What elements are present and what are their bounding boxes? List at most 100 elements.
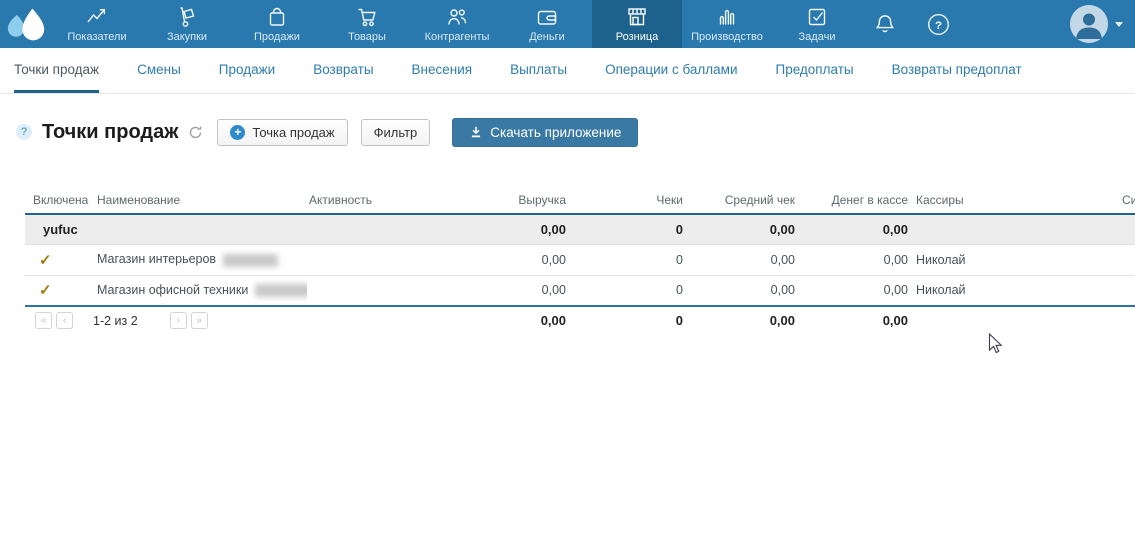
total-avg-check: 0,00 — [685, 306, 797, 334]
nav-item-label: Задачи — [799, 31, 836, 43]
col-header-revenue[interactable]: Выручка — [437, 189, 568, 214]
shopping-bag-icon — [265, 5, 289, 29]
plus-icon: + — [230, 125, 245, 140]
points-of-sale-table: Включена Наименование Активность Выручка… — [0, 189, 1135, 334]
svg-text:?: ? — [935, 19, 942, 31]
nav-item-sales[interactable]: Продажи — [232, 0, 322, 48]
nav-item-indicators[interactable]: Показатели — [52, 0, 142, 48]
nav-item-retail[interactable]: Розница — [592, 0, 682, 48]
tab-points-operations[interactable]: Операции с баллами — [605, 48, 737, 93]
point-name[interactable]: Магазин интерьеров — [95, 244, 307, 275]
col-header-sync-clipped[interactable]: Си — [1120, 189, 1135, 214]
nav-item-label: Закупки — [167, 31, 207, 43]
tab-shifts[interactable]: Смены — [137, 48, 181, 93]
total-checks: 0 — [568, 306, 685, 334]
create-point-of-sale-button[interactable]: + Точка продаж — [217, 119, 347, 146]
filter-button-label: Фильтр — [374, 125, 418, 140]
summary-revenue: 0,00 — [437, 214, 568, 244]
row-cash: 0,00 — [797, 275, 910, 306]
row-avg-check: 0,00 — [685, 275, 797, 306]
nav-item-tasks[interactable]: Задачи — [772, 0, 862, 48]
nav-item-label: Продажи — [254, 31, 300, 43]
refresh-icon[interactable] — [188, 125, 203, 140]
col-header-avg-check[interactable]: Средний чек — [685, 189, 797, 214]
table-header-row: Включена Наименование Активность Выручка… — [25, 189, 1135, 214]
row-avg-check: 0,00 — [685, 244, 797, 275]
summary-avg-check: 0,00 — [685, 214, 797, 244]
pagination: « ‹ 1-2 из 2 › » — [27, 312, 435, 329]
nav-item-label: Контрагенты — [425, 31, 490, 43]
row-cashiers: Николай — [910, 244, 1120, 275]
nav-item-counterparties[interactable]: Контрагенты — [412, 0, 502, 48]
page-title: Точки продаж — [42, 121, 178, 144]
wallet-icon — [535, 5, 559, 29]
organization-name: yufuc — [25, 214, 307, 244]
shopping-cart-icon — [355, 5, 379, 29]
col-header-name[interactable]: Наименование — [95, 189, 307, 214]
redacted-text — [255, 284, 307, 297]
download-icon — [469, 125, 483, 139]
tab-points-of-sale[interactable]: Точки продаж — [14, 48, 99, 93]
bar-chart-icon — [715, 5, 739, 29]
tab-payouts[interactable]: Выплаты — [510, 48, 567, 93]
table-row[interactable]: ✓ Магазин офисной техники 0,00 0 0,00 0,… — [25, 275, 1135, 306]
pager-last-button[interactable]: » — [191, 312, 208, 329]
pager-first-button[interactable]: « — [35, 312, 52, 329]
table-row[interactable]: ✓ Магазин интерьеров 0,00 0 0,00 0,00 Ни… — [25, 244, 1135, 275]
people-icon — [445, 5, 469, 29]
nav-item-label: Деньги — [529, 31, 565, 43]
download-button-label: Скачать приложение — [490, 125, 621, 140]
user-avatar[interactable] — [1070, 5, 1108, 43]
summary-checks: 0 — [568, 214, 685, 244]
tab-prepayment-returns[interactable]: Возвраты предоплат — [892, 48, 1022, 93]
line-chart-icon — [85, 5, 109, 29]
point-name-text: Магазин интерьеров — [97, 252, 216, 266]
col-header-enabled[interactable]: Включена — [25, 189, 95, 214]
row-revenue: 0,00 — [437, 244, 568, 275]
nav-item-purchases[interactable]: Закупки — [142, 0, 232, 48]
total-revenue: 0,00 — [437, 306, 568, 334]
check-square-icon — [805, 5, 829, 29]
tab-sales[interactable]: Продажи — [219, 48, 275, 93]
create-button-label: Точка продаж — [252, 125, 334, 140]
help-icon[interactable]: ? — [926, 12, 951, 37]
tab-returns[interactable]: Возвраты — [313, 48, 373, 93]
summary-cash: 0,00 — [797, 214, 910, 244]
nav-item-label: Производство — [691, 31, 763, 43]
row-checks: 0 — [568, 244, 685, 275]
row-revenue: 0,00 — [437, 275, 568, 306]
filter-button[interactable]: Фильтр — [361, 119, 431, 146]
hand-truck-icon — [175, 5, 199, 29]
tab-deposits[interactable]: Внесения — [412, 48, 473, 93]
col-header-activity[interactable]: Активность — [307, 189, 437, 214]
app-logo[interactable] — [0, 0, 52, 48]
top-navigation: Показатели Закупки Продажи Товары — [0, 0, 1135, 48]
account-menu-caret-icon[interactable] — [1115, 22, 1123, 27]
col-header-cash[interactable]: Денег в кассе — [797, 189, 910, 214]
pager-prev-button[interactable]: ‹ — [56, 312, 73, 329]
row-cash: 0,00 — [797, 244, 910, 275]
pagination-range: 1-2 из 2 — [93, 314, 138, 328]
page-help-icon[interactable]: ? — [16, 124, 32, 140]
nav-item-production[interactable]: Производство — [682, 0, 772, 48]
row-checks: 0 — [568, 275, 685, 306]
nav-item-goods[interactable]: Товары — [322, 0, 412, 48]
download-app-button[interactable]: Скачать приложение — [452, 118, 638, 147]
tab-prepayments[interactable]: Предоплаты — [775, 48, 853, 93]
col-header-checks[interactable]: Чеки — [568, 189, 685, 214]
nav-item-money[interactable]: Деньги — [502, 0, 592, 48]
enabled-check-icon: ✓ — [27, 281, 52, 299]
point-name-text: Магазин офисной техники — [97, 283, 248, 297]
pager-next-button[interactable]: › — [170, 312, 187, 329]
logo-icon — [3, 4, 49, 44]
point-name[interactable]: Магазин офисной техники — [95, 275, 307, 306]
storefront-icon — [625, 5, 649, 29]
table-footer-row: « ‹ 1-2 из 2 › » 0,00 0 0,00 0,00 — [25, 306, 1135, 334]
summary-row[interactable]: yufuc 0,00 0 0,00 0,00 — [25, 214, 1135, 244]
notifications-bell-icon[interactable] — [872, 11, 898, 37]
page-toolbar: ? Точки продаж + Точка продаж Фильтр Ска… — [16, 117, 1135, 147]
row-cashiers: Николай — [910, 275, 1120, 306]
col-header-cashiers[interactable]: Кассиры — [910, 189, 1120, 214]
total-cash: 0,00 — [797, 306, 910, 334]
redacted-text — [223, 254, 278, 267]
